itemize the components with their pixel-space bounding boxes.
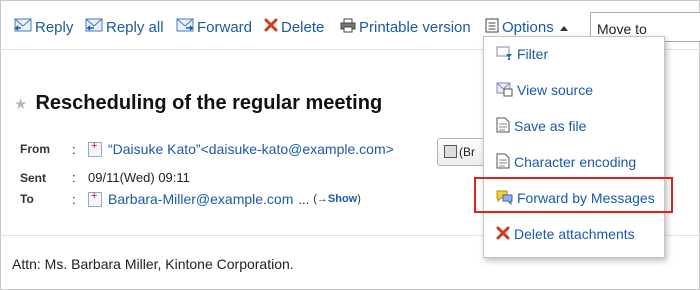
menu-item-label: Save as file (514, 118, 587, 134)
show-link[interactable]: Show (328, 193, 357, 205)
menu-item-label: View source (517, 82, 594, 98)
delete-label: Delete (281, 18, 325, 36)
menu-item-character-encoding[interactable]: Character encoding (496, 151, 636, 173)
show-prefix: (→ (313, 193, 328, 205)
highlight-box (474, 177, 673, 213)
from-address-link[interactable]: “Daisuke Kato”<daisuke-kato@example.com> (108, 141, 394, 157)
add-address-icon[interactable] (88, 190, 102, 207)
options-dropdown-menu: Filter View source Save as file Characte… (483, 36, 665, 258)
options-button[interactable]: Options (485, 16, 568, 38)
add-address-icon[interactable] (88, 140, 102, 157)
message-body: Attn: Ms. Barbara Miller, Kintone Corpor… (12, 256, 294, 272)
page-title: Rescheduling of the regular meeting (35, 92, 383, 114)
to-address-link[interactable]: Barbara-Miller@example.com (108, 191, 293, 207)
to-label: To (20, 192, 34, 206)
delete-x-icon (264, 18, 278, 36)
delete-button[interactable]: Delete (264, 16, 324, 38)
show-suffix: ) (357, 193, 361, 205)
colon: : (72, 141, 76, 157)
star-icon[interactable]: ★ (14, 95, 27, 113)
sent-row: Sent : 09/11(Wed) 09:11 (20, 170, 190, 185)
delete-x-icon (496, 226, 510, 243)
menu-item-save-as-file[interactable]: Save as file (496, 115, 586, 137)
from-label: From (20, 142, 50, 156)
message-subject: ★ Rescheduling of the regular meeting (14, 92, 382, 115)
reply-button[interactable]: Reply (14, 16, 73, 38)
view-source-icon (496, 81, 513, 100)
printable-version-button[interactable]: Printable version (340, 16, 471, 38)
caret-up-icon (559, 25, 568, 31)
sent-label: Sent (20, 170, 47, 185)
forward-label: Forward (197, 18, 253, 36)
character-encoding-icon (496, 153, 510, 172)
browse-button-label: (Br (459, 145, 475, 159)
reply-all-button[interactable]: Reply all (85, 16, 164, 38)
options-list-icon (485, 18, 499, 37)
menu-item-filter[interactable]: Filter (496, 43, 548, 65)
menu-item-label: Character encoding (514, 154, 637, 170)
show-recipients[interactable]: (→Show) (313, 193, 361, 205)
filter-icon (496, 45, 513, 64)
reply-label: Reply (35, 18, 74, 36)
colon: : (72, 170, 76, 185)
forward-icon (176, 18, 194, 36)
menu-item-label: Filter (517, 46, 549, 62)
menu-item-label: Delete attachments (514, 226, 635, 242)
menu-item-delete-attachments[interactable]: Delete attachments (496, 223, 635, 245)
calendar-icon (444, 145, 457, 158)
printer-icon (340, 18, 356, 37)
to-row: To : Barbara-Miller@example.com ... (→Sh… (20, 190, 361, 208)
menu-item-view-source[interactable]: View source (496, 79, 593, 101)
colon: : (72, 191, 76, 207)
reply-all-label: Reply all (106, 18, 164, 36)
reply-icon (14, 18, 32, 36)
to-more-ellipsis: ... (298, 191, 310, 207)
forward-button[interactable]: Forward (176, 16, 252, 38)
printable-version-label: Printable version (359, 18, 471, 36)
save-file-icon (496, 117, 510, 136)
sent-value: 09/11(Wed) 09:11 (88, 170, 190, 185)
reply-all-icon (85, 18, 103, 36)
from-row: From : “Daisuke Kato”<daisuke-kato@examp… (20, 140, 394, 158)
options-label: Options (502, 18, 554, 36)
